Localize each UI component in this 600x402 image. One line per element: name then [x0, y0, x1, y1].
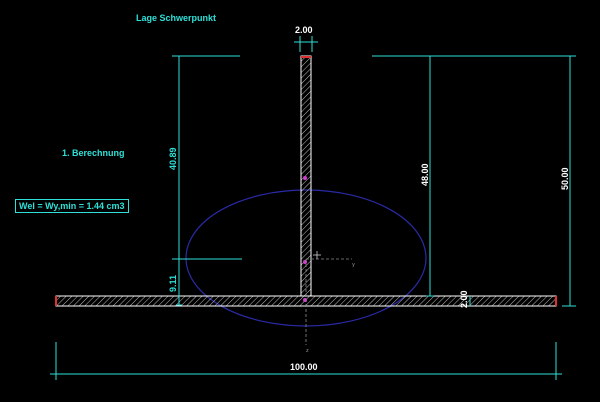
centroid-marker	[313, 251, 321, 259]
result-label: Wel = Wy,min = 1.44 cm3	[19, 201, 125, 211]
drawing-title: Lage Schwerpunkt	[136, 13, 216, 23]
section-label: 1. Berechnung	[62, 148, 125, 158]
dim-web-height-label: 48.00	[420, 163, 430, 186]
dim-total-height-label: 50.00	[560, 167, 570, 190]
dim-flange-width-label: 100.00	[290, 362, 318, 372]
axis-z-label: z	[306, 348, 309, 354]
axis-y-label: y	[352, 262, 355, 268]
dim-flange-thickness-label: 2.00	[459, 290, 469, 308]
dim-web-thickness-label: 2.00	[295, 25, 313, 35]
dim-upper-length-label: 40.89	[168, 147, 178, 170]
result-box: Wel = Wy,min = 1.44 cm3	[15, 199, 129, 213]
dim-total-height	[440, 55, 576, 307]
dim-left-chain	[172, 55, 242, 306]
dim-web-thickness	[294, 36, 318, 52]
dim-centroid-height-label: 9.11	[168, 275, 178, 292]
